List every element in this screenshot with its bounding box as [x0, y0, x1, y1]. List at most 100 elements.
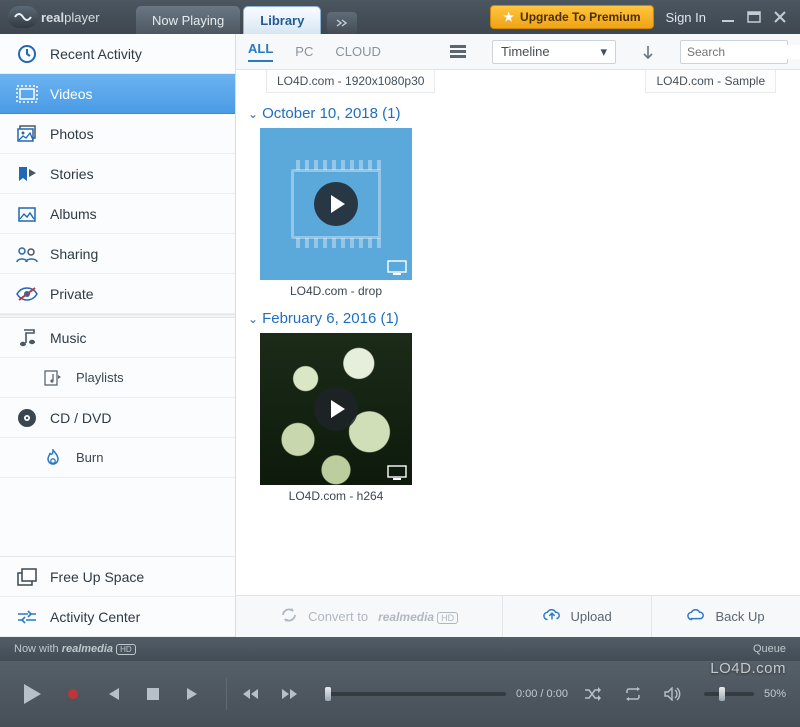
sidebar-item-music[interactable]: Music — [0, 318, 235, 358]
sidebar-label: CD / DVD — [50, 410, 111, 426]
sidebar-label: Free Up Space — [50, 569, 144, 585]
sort-dropdown[interactable]: Timeline ▾ — [492, 40, 616, 64]
volume-icon[interactable] — [658, 679, 688, 709]
sidebar-item-activity-center[interactable]: Activity Center — [0, 597, 235, 637]
volume-knob[interactable] — [719, 687, 725, 701]
rewind-button[interactable] — [235, 679, 265, 709]
sidebar-item-videos[interactable]: Videos — [0, 74, 235, 114]
sidebar-label: Playlists — [76, 370, 124, 385]
stop-button[interactable] — [138, 679, 168, 709]
music-note-icon — [14, 327, 40, 349]
star-icon: ★ — [503, 10, 514, 24]
logo-badge-icon — [8, 6, 38, 28]
maximize-button[interactable] — [746, 9, 762, 25]
sign-in-link[interactable]: Sign In — [666, 10, 706, 25]
repeat-button[interactable] — [618, 679, 648, 709]
convert-button[interactable]: Convert to realmediaHD — [236, 596, 503, 637]
tab-library[interactable]: Library — [243, 6, 321, 34]
filter-tab-pc[interactable]: PC — [295, 44, 313, 59]
library-content[interactable]: LO4D.com - 1920x1080p30 LO4D.com - Sampl… — [236, 70, 800, 595]
minimize-button[interactable] — [720, 9, 736, 25]
sidebar-item-playlists[interactable]: Playlists — [0, 358, 235, 398]
date-group-header[interactable]: ⌄ October 10, 2018 (1) — [248, 99, 788, 128]
burn-icon — [40, 447, 66, 469]
sidebar-item-burn[interactable]: Burn — [0, 438, 235, 478]
backup-button[interactable]: Back Up — [652, 596, 800, 637]
sidebar-item-photos[interactable]: Photos — [0, 114, 235, 154]
video-item-label[interactable]: LO4D.com - 1920x1080p30 — [266, 70, 435, 93]
sidebar-item-albums[interactable]: Albums — [0, 194, 235, 234]
queue-link[interactable]: Queue — [753, 643, 786, 655]
close-button[interactable] — [772, 9, 788, 25]
library-filter-bar: ALL PC CLOUD Timeline ▾ — [236, 34, 800, 70]
playlist-icon — [40, 367, 66, 389]
chevron-down-icon: ⌄ — [248, 312, 258, 326]
sort-direction-button[interactable] — [638, 40, 658, 64]
cloud-upload-icon — [543, 608, 561, 625]
convert-label: Convert to — [308, 609, 368, 624]
record-button[interactable] — [58, 679, 88, 709]
date-group-header[interactable]: ⌄ February 6, 2016 (1) — [248, 304, 788, 333]
volume-percent: 50% — [764, 688, 786, 700]
sidebar-item-sharing[interactable]: Sharing — [0, 234, 235, 274]
video-thumbnail[interactable] — [260, 333, 412, 485]
main-tabs: Now Playing Library — [136, 0, 357, 34]
hd-badge: HD — [116, 644, 136, 655]
sidebar-label: Private — [50, 286, 94, 302]
video-item-label[interactable]: LO4D.com - Sample — [645, 70, 776, 93]
seek-slider[interactable] — [325, 692, 506, 696]
search-box[interactable] — [680, 40, 788, 64]
sidebar-label: Burn — [76, 450, 103, 465]
backup-label: Back Up — [715, 609, 764, 624]
sidebar-item-cd-dvd[interactable]: CD / DVD — [0, 398, 235, 438]
film-icon — [14, 83, 40, 105]
play-button[interactable] — [14, 679, 48, 709]
upload-button[interactable]: Upload — [503, 596, 652, 637]
title-bar: realplayer Now Playing Library ★ Upgrade… — [0, 0, 800, 34]
library-action-bar: Convert to realmediaHD Upload Back Up — [236, 595, 800, 637]
view-mode-list-icon[interactable] — [446, 40, 470, 64]
fast-forward-button[interactable] — [275, 679, 305, 709]
play-overlay-icon — [314, 182, 358, 226]
sort-dropdown-label: Timeline — [501, 44, 600, 59]
photos-icon — [14, 123, 40, 145]
tab-now-playing[interactable]: Now Playing — [136, 6, 240, 34]
sidebar-item-stories[interactable]: Stories — [0, 154, 235, 194]
seek-knob[interactable] — [325, 687, 331, 701]
sidebar: Recent Activity Videos Photos Stories Al… — [0, 34, 236, 637]
video-item-label: LO4D.com - h264 — [260, 489, 412, 503]
filter-tab-all[interactable]: ALL — [248, 41, 273, 62]
seek-area — [315, 692, 516, 696]
sidebar-item-recent-activity[interactable]: Recent Activity — [0, 34, 235, 74]
status-strip: Now with realmedia HD Queue — [0, 637, 800, 661]
upgrade-premium-button[interactable]: ★ Upgrade To Premium — [490, 5, 653, 29]
filter-tab-cloud[interactable]: CLOUD — [335, 44, 381, 59]
sidebar-label: Sharing — [50, 246, 98, 262]
previous-button[interactable] — [98, 679, 128, 709]
free-space-icon — [14, 566, 40, 588]
albums-icon — [14, 203, 40, 225]
nowwith-prefix: Now with — [14, 643, 59, 655]
activity-center-icon — [14, 606, 40, 628]
video-item[interactable]: LO4D.com - drop — [260, 128, 412, 298]
date-group: ⌄ February 6, 2016 (1) LO4D.com - h264 — [248, 304, 788, 503]
nowwith-brand: realmedia — [62, 643, 113, 655]
upload-label: Upload — [571, 609, 612, 624]
library-main: ALL PC CLOUD Timeline ▾ LO4D.com - 1920x… — [236, 34, 800, 637]
chevron-down-icon: ⌄ — [248, 107, 258, 121]
shuffle-button[interactable] — [578, 679, 608, 709]
next-button[interactable] — [178, 679, 208, 709]
video-item[interactable]: LO4D.com - h264 — [260, 333, 412, 503]
video-item-label: LO4D.com - drop — [260, 284, 412, 298]
date-group-title: October 10, 2018 (1) — [262, 105, 400, 122]
sidebar-label: Photos — [50, 126, 94, 142]
search-input[interactable] — [687, 45, 800, 59]
tab-overflow-button[interactable] — [327, 12, 357, 34]
sidebar-item-private[interactable]: Private — [0, 274, 235, 314]
video-thumbnail[interactable] — [260, 128, 412, 280]
date-group-title: February 6, 2016 (1) — [262, 310, 399, 327]
volume-slider[interactable] — [704, 692, 754, 696]
chevron-down-icon: ▾ — [600, 44, 607, 60]
sidebar-item-free-up-space[interactable]: Free Up Space — [0, 557, 235, 597]
sharing-icon — [14, 243, 40, 265]
